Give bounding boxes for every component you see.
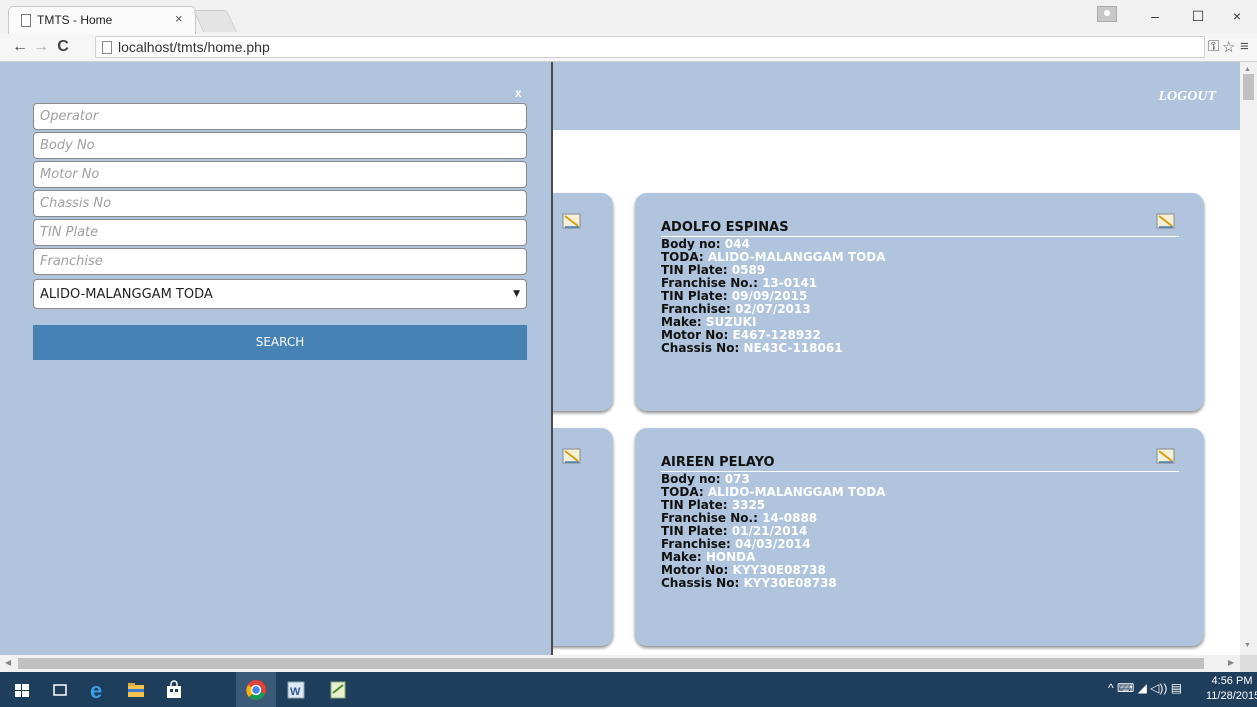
- reload-icon[interactable]: C: [53, 37, 73, 57]
- page-viewport: LOGOUT ADOLFO ESPINAS Body no: 044 TODA:…: [0, 62, 1240, 655]
- browser-tab-strip: TMTS - Home × – ☐ ×: [0, 0, 1257, 34]
- edit-icon[interactable]: [1156, 447, 1176, 465]
- browser-tab[interactable]: TMTS - Home ×: [8, 6, 196, 34]
- browser-toolbar: ← → C localhost/tmts/home.php ⚿ ☆ ≡: [0, 34, 1257, 62]
- svg-text:W: W: [290, 686, 301, 698]
- vertical-scrollbar[interactable]: ▲ ▼: [1240, 62, 1257, 655]
- menu-icon[interactable]: ≡: [1240, 38, 1249, 55]
- url-text[interactable]: localhost/tmts/home.php: [118, 39, 270, 55]
- vertical-scroll-thumb[interactable]: [1243, 74, 1254, 100]
- address-bar[interactable]: localhost/tmts/home.php: [95, 36, 1205, 58]
- logout-link[interactable]: LOGOUT: [1158, 89, 1216, 105]
- edit-icon[interactable]: [562, 447, 582, 465]
- operator-input[interactable]: [33, 103, 527, 130]
- maximize-button[interactable]: ☐: [1186, 6, 1210, 26]
- scrollbar-corner: [1240, 655, 1257, 672]
- user-profile-icon[interactable]: [1097, 6, 1117, 22]
- toda-selected-value: ALIDO-MALANGGAM TODA: [40, 287, 213, 302]
- close-window-button[interactable]: ×: [1225, 6, 1249, 26]
- record-card: ADOLFO ESPINAS Body no: 044 TODA: ALIDO-…: [635, 193, 1204, 411]
- scroll-right-icon[interactable]: ▶: [1228, 658, 1234, 667]
- field-chassis-no: Chassis No: NE43C-118061: [661, 341, 843, 355]
- record-card: AIREEN PELAYO Body no: 073 TODA: ALIDO-M…: [635, 428, 1204, 646]
- horizontal-scroll-thumb[interactable]: [18, 658, 1204, 669]
- dropdown-arrow-icon: ▼: [513, 289, 520, 299]
- search-panel: x ALIDO-MALANGGAM TODA ▼ SEARCH: [0, 62, 553, 655]
- toda-select[interactable]: ALIDO-MALANGGAM TODA ▼: [33, 279, 527, 309]
- body-no-input[interactable]: [33, 132, 527, 159]
- record-card: [543, 193, 613, 411]
- scroll-left-icon[interactable]: ◀: [5, 658, 11, 667]
- back-arrow-icon[interactable]: ←: [10, 37, 30, 57]
- notepad-app-icon[interactable]: [326, 678, 350, 702]
- page-icon: [102, 41, 112, 54]
- taskbar: e W ^ ⌨ ◢ ◁)) ▤ 4:56 PM 11/28/2015: [0, 672, 1257, 707]
- file-explorer-icon[interactable]: [124, 678, 148, 702]
- tab-title: TMTS - Home: [37, 13, 113, 27]
- edge-browser-icon[interactable]: e: [86, 678, 110, 702]
- page-icon: [21, 14, 31, 27]
- svg-text:e: e: [90, 678, 102, 702]
- operator-name: AIREEN PELAYO: [661, 455, 1179, 472]
- motor-no-input[interactable]: [33, 161, 527, 188]
- record-card: [543, 428, 613, 646]
- clock-date[interactable]: 11/28/2015: [1206, 690, 1257, 702]
- field-chassis-no: Chassis No: KYY30E08738: [661, 576, 837, 590]
- bookmark-star-icon[interactable]: ☆: [1222, 38, 1235, 56]
- clock-time[interactable]: 4:56 PM: [1210, 675, 1254, 687]
- franchise-input[interactable]: [33, 248, 527, 275]
- new-tab-button[interactable]: [192, 10, 238, 32]
- chassis-no-input[interactable]: [33, 190, 527, 217]
- scroll-up-icon[interactable]: ▲: [1244, 66, 1251, 73]
- minimize-button[interactable]: –: [1143, 6, 1167, 26]
- tin-plate-input[interactable]: [33, 219, 527, 246]
- task-view-icon[interactable]: [48, 678, 72, 702]
- chrome-icon[interactable]: [244, 678, 268, 702]
- tab-close-icon[interactable]: ×: [175, 11, 183, 26]
- operator-name: ADOLFO ESPINAS: [661, 220, 1179, 237]
- edit-icon[interactable]: [1156, 212, 1176, 230]
- record-fields: Body no: 044 TODA: ALIDO-MALANGGAM TODA …: [661, 238, 886, 355]
- panel-close-button[interactable]: x: [515, 86, 522, 100]
- scroll-down-icon[interactable]: ▼: [1244, 642, 1251, 649]
- edit-icon[interactable]: [562, 212, 582, 230]
- search-button[interactable]: SEARCH: [33, 325, 527, 360]
- windows-start-icon[interactable]: [10, 678, 34, 702]
- record-fields: Body no: 073 TODA: ALIDO-MALANGGAM TODA …: [661, 473, 886, 590]
- horizontal-scrollbar[interactable]: ◀ ▶: [0, 655, 1240, 672]
- key-icon[interactable]: ⚿: [1208, 38, 1219, 55]
- forward-arrow-icon[interactable]: →: [31, 37, 51, 57]
- store-icon[interactable]: [162, 678, 186, 702]
- editor-app-icon[interactable]: W: [284, 678, 308, 702]
- system-tray-icons[interactable]: ^ ⌨ ◢ ◁)) ▤: [1108, 681, 1182, 695]
